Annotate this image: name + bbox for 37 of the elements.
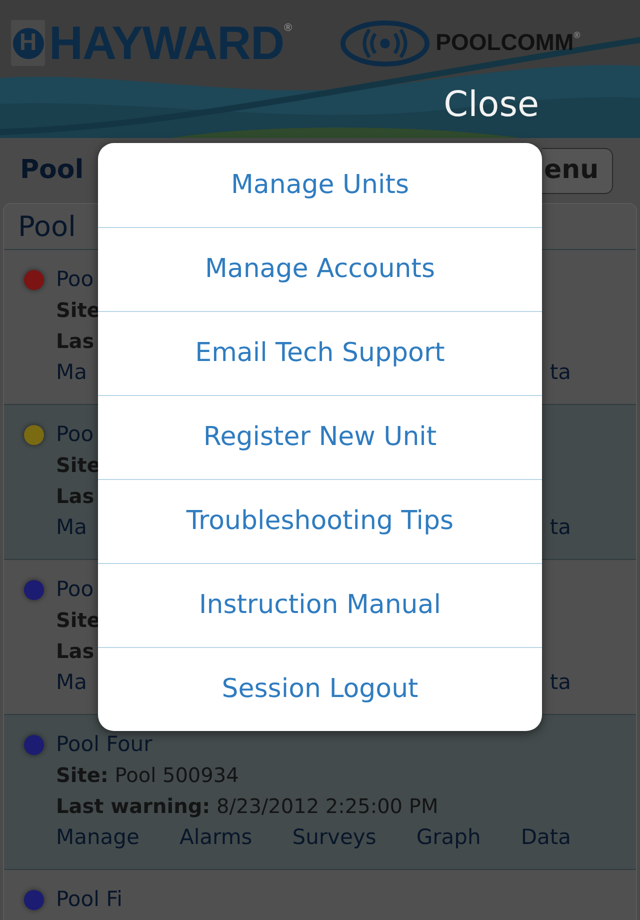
- row-link[interactable]: Ma: [56, 357, 87, 388]
- close-button[interactable]: Close: [444, 85, 539, 126]
- menu-item[interactable]: Manage Units: [98, 143, 542, 227]
- menu-button[interactable]: enu: [542, 148, 613, 194]
- row-link[interactable]: Alarms: [179, 822, 252, 853]
- pool-name-link[interactable]: Poo: [56, 419, 94, 450]
- pool-name-link[interactable]: Poo: [56, 264, 94, 295]
- row-link[interactable]: ta: [550, 512, 571, 543]
- last-warning-text: Las: [56, 483, 94, 510]
- menu-item[interactable]: Troubleshooting Tips: [98, 479, 542, 563]
- last-warning-text: Las: [56, 638, 94, 665]
- row-link[interactable]: Ma: [56, 512, 87, 543]
- pool-name-link[interactable]: Pool Fi: [56, 884, 123, 915]
- row-link[interactable]: Graph: [416, 822, 481, 853]
- row-link[interactable]: ta: [550, 357, 571, 388]
- pool-name-link[interactable]: Pool Four: [56, 729, 152, 760]
- last-warning-text: Last warning: 8/23/2012 2:25:00 PM: [56, 793, 438, 820]
- toolbar-title: Pool: [19, 154, 84, 187]
- row-link[interactable]: ta: [550, 667, 571, 698]
- row-link[interactable]: Surveys: [292, 822, 376, 853]
- site-text: Site: [56, 607, 100, 634]
- menu-item[interactable]: Register New Unit: [98, 395, 542, 479]
- pool-name-link[interactable]: Poo: [56, 574, 94, 605]
- signal-waves-icon: [340, 20, 430, 67]
- menu-item[interactable]: Manage Accounts: [98, 227, 542, 311]
- site-text: Site: [56, 452, 100, 479]
- row-link[interactable]: Ma: [56, 667, 87, 698]
- panel-heading: Pool: [18, 208, 76, 244]
- site-text: Site: Pool 500934: [56, 762, 239, 789]
- row-link[interactable]: Manage: [56, 822, 140, 853]
- site-text: Site: [56, 297, 100, 324]
- menu-item[interactable]: Email Tech Support: [98, 311, 542, 395]
- menu-item[interactable]: Instruction Manual: [98, 563, 542, 647]
- menu-item[interactable]: Session Logout: [98, 647, 542, 731]
- last-warning-text: Las: [56, 328, 94, 355]
- logo-mark: H: [11, 20, 45, 66]
- row-link[interactable]: Data: [520, 822, 571, 853]
